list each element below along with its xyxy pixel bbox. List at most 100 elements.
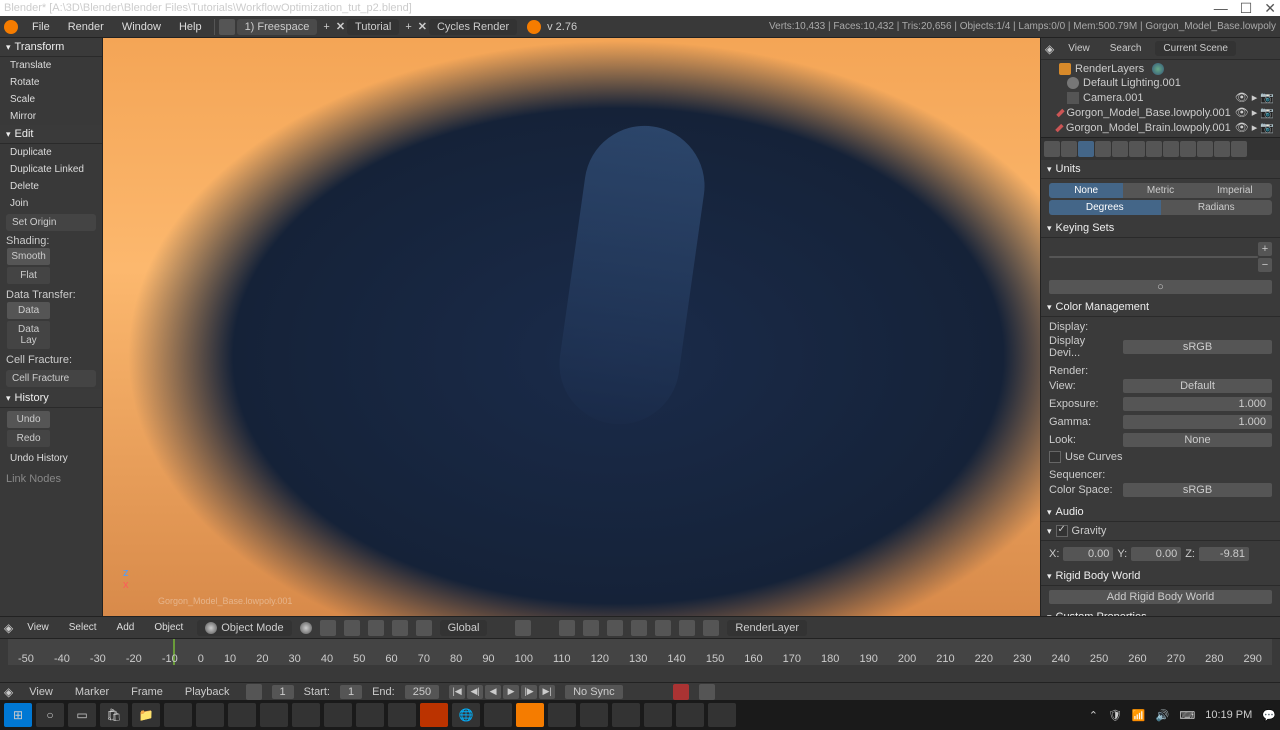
join-button[interactable]: Join	[0, 195, 102, 212]
close-button[interactable]: ✕	[1264, 0, 1276, 17]
gravity-checkbox[interactable]	[1056, 525, 1068, 537]
vf-object-menu[interactable]: Object	[148, 620, 189, 635]
render-icon[interactable]: 📷	[1260, 91, 1274, 104]
panel-edit[interactable]: Edit	[0, 125, 102, 144]
app-icon-11[interactable]	[580, 703, 608, 727]
current-frame-field[interactable]: 1	[272, 685, 294, 699]
prop-tab-texture[interactable]	[1197, 141, 1213, 157]
outliner-item-gorgon-base[interactable]: Gorgon_Model_Base.lowpoly.001 👁▸📷	[1043, 105, 1278, 120]
set-origin-button[interactable]: Set Origin	[6, 214, 96, 231]
outliner-item-lighting[interactable]: Default Lighting.001	[1043, 76, 1278, 90]
colorspace-dropdown[interactable]: sRGB	[1123, 483, 1272, 497]
snap-element-icon[interactable]	[607, 620, 623, 636]
cursor-icon[interactable]: ▸	[1252, 91, 1258, 104]
timeline-track[interactable]: -50-40-30-20-100102030405060708090100110…	[8, 639, 1272, 665]
keying-path[interactable]: ○	[1049, 280, 1272, 294]
prop-tab-constraints[interactable]	[1129, 141, 1145, 157]
opengl-anim-icon[interactable]	[679, 620, 695, 636]
app-icon-15[interactable]	[708, 703, 736, 727]
prop-tab-object[interactable]	[1112, 141, 1128, 157]
panel-history[interactable]: History	[0, 389, 102, 408]
acrobat-icon[interactable]	[420, 703, 448, 727]
prop-tab-scene[interactable]	[1078, 141, 1094, 157]
keying-remove-button[interactable]: −	[1258, 258, 1272, 272]
keying-set-list[interactable]	[1049, 256, 1258, 258]
outliner[interactable]: RenderLayers Default Lighting.001 Camera…	[1041, 60, 1280, 138]
scene-tab-1[interactable]: 1) Freespace	[237, 19, 318, 35]
panel-gravity[interactable]: Gravity	[1041, 522, 1280, 541]
duplicate-button[interactable]: Duplicate	[0, 144, 102, 161]
look-dropdown[interactable]: None	[1123, 433, 1272, 447]
world-icon[interactable]	[1152, 63, 1164, 75]
cursor-icon[interactable]: ▸	[1252, 121, 1258, 134]
units-metric[interactable]: Metric	[1123, 183, 1197, 198]
delete-scene-button[interactable]: ✕	[418, 20, 427, 33]
prop-tab-particles[interactable]	[1214, 141, 1230, 157]
task-view-icon[interactable]: ▭	[68, 703, 96, 727]
proportional-icon[interactable]	[631, 620, 647, 636]
display-device-dropdown[interactable]: sRGB	[1123, 340, 1272, 354]
orientation-dropdown[interactable]: Global	[440, 620, 488, 636]
vf-add-menu[interactable]: Add	[111, 620, 141, 635]
lock-range-icon[interactable]	[246, 684, 262, 700]
app-icon-6[interactable]	[324, 703, 352, 727]
panel-units[interactable]: Units	[1041, 160, 1280, 179]
app-icon-10[interactable]	[548, 703, 576, 727]
keyframe-prev-button[interactable]: ◀|	[467, 685, 483, 699]
panel-custom-properties[interactable]: Custom Properties	[1041, 608, 1280, 616]
3d-viewport[interactable]: zx Gorgon_Model_Base.lowpoly.001	[103, 38, 1040, 616]
rotate-button[interactable]: Rotate	[0, 74, 102, 91]
end-frame-field[interactable]: 250	[405, 685, 439, 699]
units-imperial[interactable]: Imperial	[1198, 183, 1272, 198]
outliner-item-camera[interactable]: Camera.001 👁▸📷	[1043, 90, 1278, 105]
render-icon[interactable]: 📷	[1260, 121, 1274, 134]
prop-tab-data[interactable]	[1163, 141, 1179, 157]
gravity-x-field[interactable]: 0.00	[1063, 547, 1113, 561]
jump-end-button[interactable]: ▶|	[539, 685, 555, 699]
eye-icon[interactable]: 👁	[1235, 121, 1249, 134]
manipulator-scale-icon[interactable]	[416, 620, 432, 636]
data-layout-button[interactable]: Data Lay	[7, 321, 50, 349]
play-reverse-button[interactable]: ◀	[485, 685, 501, 699]
duplicate-linked-button[interactable]: Duplicate Linked	[0, 161, 102, 178]
outliner-item-renderlayers[interactable]: RenderLayers	[1043, 62, 1278, 76]
delete-screen-button[interactable]: ✕	[336, 20, 345, 33]
explorer-icon[interactable]: 📁	[132, 703, 160, 727]
app-icon-3[interactable]	[228, 703, 256, 727]
add-screen-button[interactable]: +	[319, 21, 333, 33]
blender-logo-icon[interactable]	[4, 20, 18, 34]
cortana-icon[interactable]: ○	[36, 703, 64, 727]
undo-button[interactable]: Undo	[7, 411, 50, 428]
app-icon-2[interactable]	[196, 703, 224, 727]
panel-rigid-body-world[interactable]: Rigid Body World	[1041, 567, 1280, 586]
outliner-item-gorgon-brain[interactable]: Gorgon_Model_Brain.lowpoly.001 👁▸📷	[1043, 120, 1278, 135]
units-degrees[interactable]: Degrees	[1049, 200, 1161, 215]
opengl-render-icon[interactable]	[655, 620, 671, 636]
cursor-icon[interactable]: ▸	[1252, 106, 1258, 119]
app-icon-5[interactable]	[292, 703, 320, 727]
data-button[interactable]: Data	[7, 302, 50, 319]
timeline-editor[interactable]: -50-40-30-20-100102030405060708090100110…	[0, 638, 1280, 682]
tray-clock[interactable]: 10:19 PM	[1205, 709, 1252, 721]
auto-keyframe-icon[interactable]	[673, 684, 689, 700]
screen-layout-icon[interactable]	[219, 19, 235, 35]
sync-mode-dropdown[interactable]: No Sync	[565, 685, 623, 699]
prop-tab-modifiers[interactable]	[1146, 141, 1162, 157]
chrome-icon[interactable]: 🌐	[452, 703, 480, 727]
maximize-button[interactable]: ☐	[1240, 0, 1253, 17]
pivot-icon[interactable]	[320, 620, 336, 636]
scale-button[interactable]: Scale	[0, 91, 102, 108]
menu-render[interactable]: Render	[60, 19, 112, 35]
tl-playback-menu[interactable]: Playback	[179, 685, 236, 699]
translate-button[interactable]: Translate	[0, 57, 102, 74]
app-icon-14[interactable]	[676, 703, 704, 727]
gamma-field[interactable]: 1.000	[1123, 415, 1272, 429]
undo-history-button[interactable]: Undo History	[0, 450, 102, 467]
manipulator-translate-icon[interactable]	[368, 620, 384, 636]
gravity-z-field[interactable]: -9.81	[1199, 547, 1249, 561]
keyframe-next-button[interactable]: |▶	[521, 685, 537, 699]
menu-file[interactable]: File	[24, 19, 58, 35]
panel-transform[interactable]: Transform	[0, 38, 102, 57]
keying-set-icon[interactable]	[699, 684, 715, 700]
vf-select-menu[interactable]: Select	[63, 620, 103, 635]
